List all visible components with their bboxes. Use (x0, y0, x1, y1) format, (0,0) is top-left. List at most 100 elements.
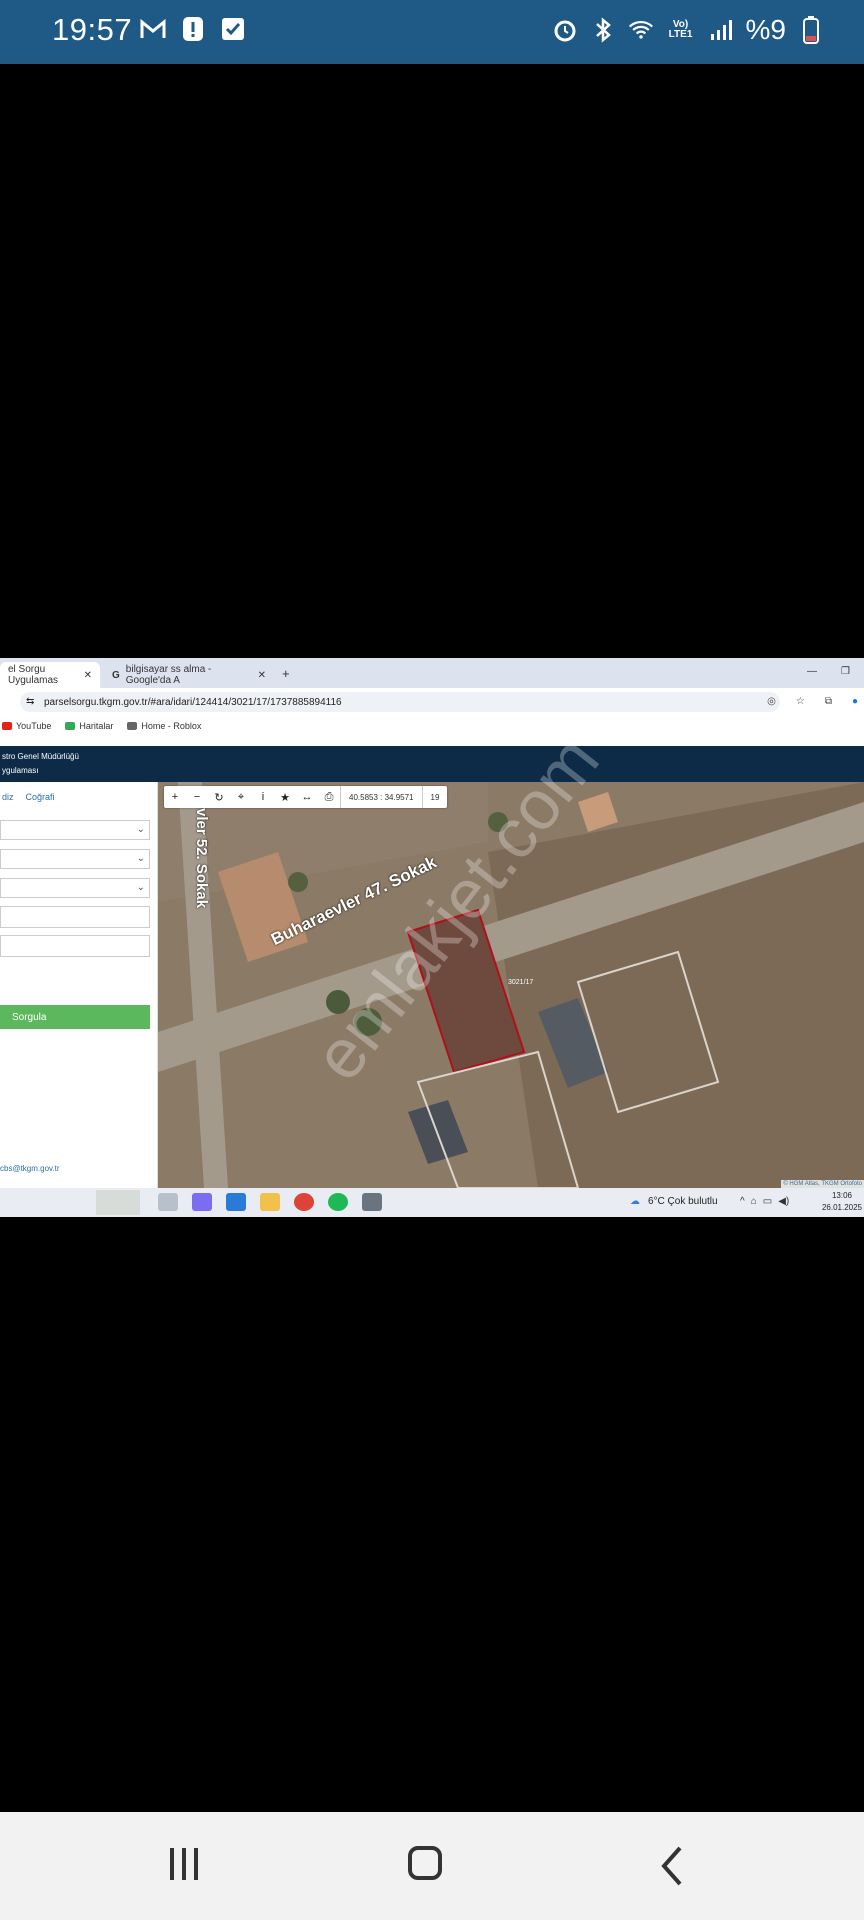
coordinate-readout: 40.5853 : 34.9571 (340, 786, 423, 808)
weather-widget[interactable]: ☁ 6°C Çok bulutlu (630, 1196, 718, 1207)
volume-icon[interactable]: ◀) (778, 1196, 789, 1207)
site-title-line2: ygulaması (2, 766, 39, 775)
taskbar-clock[interactable]: 13:06 26.01.2025 (822, 1190, 862, 1214)
app-icon[interactable] (362, 1193, 382, 1211)
status-time: 19:57 (52, 12, 133, 47)
satellite-map[interactable]: Buharaevler 47. Sokak vler 52. Sokak 302… (158, 782, 864, 1188)
roblox-icon (127, 722, 138, 730)
clock-time: 13:06 (831, 1191, 852, 1200)
maps-icon (65, 722, 76, 730)
query-button[interactable]: Sorgula (0, 1005, 150, 1029)
home-button[interactable] (408, 1846, 442, 1880)
info-icon[interactable]: i (252, 786, 274, 808)
browser-tab-bar: el Sorgu Uygulamas ✕ G bilgisayar ss alm… (0, 658, 864, 688)
chrome-icon[interactable] (294, 1193, 314, 1211)
window-controls: — ❐ (807, 666, 850, 677)
bookmark-label: YouTube (16, 721, 52, 731)
display-icon[interactable]: ▭ (763, 1196, 772, 1207)
site-header: stro Genel Müdürlüğü ygulaması (0, 746, 864, 782)
parcel-label: 3021/17 (508, 979, 534, 986)
windows-taskbar: ☁ 6°C Çok bulutlu ^ ⌂ ▭ ◀) 13:06 26.01.2… (0, 1188, 864, 1217)
tab-cografi[interactable]: Coğrafi (26, 792, 55, 802)
check-icon (220, 16, 246, 42)
alarm-icon (552, 17, 578, 43)
ada-input[interactable] (0, 906, 150, 928)
weather-text: 6°C Çok bulutlu (648, 1196, 718, 1207)
refresh-icon[interactable]: ↻ (208, 786, 230, 808)
star-icon[interactable]: ☆ (796, 696, 805, 707)
gmail-icon (140, 16, 166, 42)
locate-icon[interactable]: ⌖ (230, 786, 252, 808)
close-icon[interactable]: ✕ (84, 670, 92, 681)
signal-icon (708, 17, 734, 43)
taskview-icon[interactable] (158, 1193, 178, 1211)
chevron-down-icon: ⌄ (136, 853, 145, 864)
profile-icon[interactable]: ● (852, 696, 858, 707)
map-toolbar: + − ↻ ⌖ i ★ ↔ ⎙ 40.5853 : 34.9571 19 (164, 786, 448, 808)
alert-icon (180, 16, 206, 42)
ilce-select[interactable]: ⌄ (0, 849, 150, 869)
eye-off-icon[interactable]: ◎ (767, 696, 776, 707)
contact-email[interactable]: cbs@tkgm.gov.tr (0, 1164, 60, 1173)
bookmark-maps[interactable]: Haritalar (65, 721, 113, 731)
chevron-down-icon: ⌄ (136, 824, 145, 835)
query-panel: diz Coğrafi ⌄ ⌄ ⌄ Sorgula cbs@tkgm.gov.t… (0, 782, 158, 1188)
spotify-icon[interactable] (328, 1193, 348, 1211)
tab-label: bilgisayar ss alma - Google'da A (125, 664, 212, 686)
site-title-line1: stro Genel Müdürlüğü (2, 752, 79, 761)
url-text: parselsorgu.tkgm.gov.tr/#ara/idari/12441… (44, 696, 342, 708)
zoom-in-icon[interactable]: + (164, 786, 186, 808)
bookmark-roblox[interactable]: Home - Roblox (127, 721, 201, 731)
system-tray: ^ ⌂ ▭ ◀) (740, 1196, 789, 1207)
back-button[interactable] (660, 1846, 684, 1891)
network-icon[interactable]: ⌂ (751, 1196, 757, 1207)
bookmark-label: Haritalar (79, 721, 114, 731)
recents-button[interactable] (166, 1846, 202, 1887)
url-field[interactable]: ⇆ parselsorgu.tkgm.gov.tr/#ara/idari/124… (20, 692, 780, 712)
battery-icon (798, 16, 824, 44)
status-bar: 19:57 Vo) LTE1 %9 (0, 0, 864, 64)
street-label-52: vler 52. Sokak (193, 808, 210, 909)
mail-icon[interactable] (226, 1193, 246, 1211)
recents-icon (170, 1848, 198, 1880)
file-explorer-icon[interactable] (260, 1193, 280, 1211)
wifi-icon (628, 17, 654, 43)
zoom-level: 19 (430, 792, 440, 802)
site-settings-icon[interactable]: ⇆ (26, 696, 34, 707)
restore-icon[interactable]: ❐ (841, 666, 850, 677)
clock-date: 26.01.2025 (821, 1203, 862, 1212)
il-select[interactable]: ⌄ (0, 820, 150, 840)
star-icon[interactable]: ★ (274, 786, 296, 808)
android-nav-bar (0, 1812, 864, 1920)
bookmarks-bar: YouTube Haritalar Home - Roblox (0, 716, 864, 736)
new-tab-button[interactable]: + (282, 666, 290, 681)
chevron-up-icon[interactable]: ^ (740, 1196, 745, 1207)
mahalle-select[interactable]: ⌄ (0, 878, 150, 898)
youtube-icon (2, 722, 12, 730)
tab-label: el Sorgu Uygulamas (8, 664, 59, 686)
bluetooth-icon (590, 17, 616, 43)
volte-icon: Vo) LTE1 (668, 19, 693, 40)
zoom-out-icon[interactable]: − (186, 786, 208, 808)
tab-idari[interactable]: diz (2, 792, 14, 802)
google-icon: G (112, 669, 120, 681)
tab-google-search[interactable]: G bilgisayar ss alma - Google'da A ✕ (104, 662, 274, 688)
close-icon[interactable]: ✕ (258, 670, 266, 681)
bookmark-label: Home - Roblox (141, 721, 202, 731)
desktop-screenshot: el Sorgu Uygulamas ✕ G bilgisayar ss alm… (0, 658, 864, 1217)
weather-icon: ☁ (630, 1196, 640, 1207)
battery-percent: %9 (745, 14, 786, 45)
minimize-icon[interactable]: — (807, 666, 817, 677)
bookmark-youtube[interactable]: YouTube (2, 721, 51, 731)
tab-parsel-sorgu[interactable]: el Sorgu Uygulamas ✕ (0, 662, 100, 688)
back-icon (661, 1846, 682, 1886)
print-icon[interactable]: ⎙ (318, 786, 340, 808)
parsel-input[interactable] (0, 935, 150, 957)
chevron-down-icon: ⌄ (136, 882, 145, 893)
address-bar: ⇆ parselsorgu.tkgm.gov.tr/#ara/idari/124… (0, 688, 864, 716)
map-attribution: © HGM Atlas, TKGM Ortofoto (781, 1180, 864, 1188)
measure-icon[interactable]: ↔ (296, 786, 318, 808)
copilot-icon[interactable] (192, 1193, 212, 1211)
extensions-icon[interactable]: ⧉ (825, 696, 832, 707)
tree-logo (96, 1190, 140, 1215)
